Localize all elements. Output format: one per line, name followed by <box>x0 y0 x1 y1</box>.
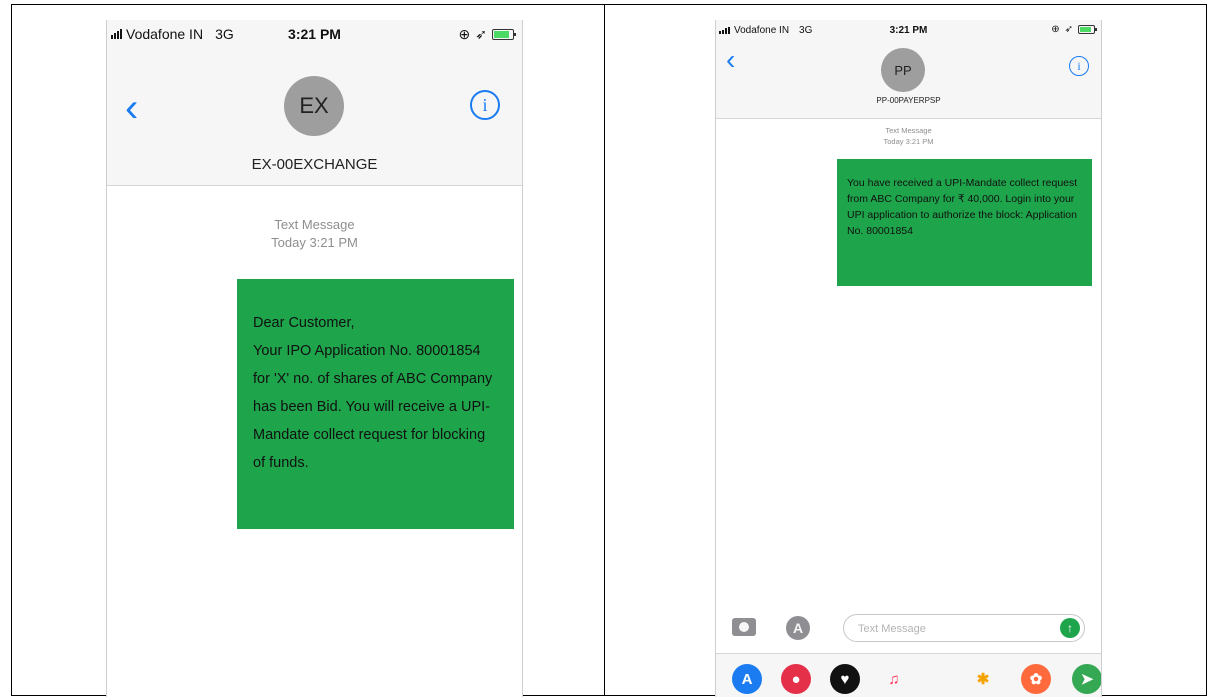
info-icon: i <box>482 94 488 115</box>
message-time-label: Today 3:21 PM <box>883 136 934 146</box>
back-button[interactable]: ‹ <box>726 46 735 74</box>
message-input[interactable] <box>856 619 1050 639</box>
location-icon: ➶ <box>1064 24 1073 35</box>
contact-avatar[interactable]: PP <box>881 48 925 92</box>
info-icon: i <box>1077 58 1081 73</box>
message-input-field[interactable]: ↑ <box>843 614 1085 642</box>
battery-icon <box>492 29 516 40</box>
stickers-icon[interactable]: ✿ <box>1021 664 1051 694</box>
avatar-initials: PP <box>894 62 912 78</box>
message-timestamp: Text Message Today 3:21 PM <box>716 126 1101 147</box>
status-right-icons: ⊕ ➶ <box>458 26 516 43</box>
digital-touch-icon[interactable]: ♥ <box>830 664 860 694</box>
photos-icon[interactable]: ✱ <box>968 664 998 694</box>
imessage-app-drawer: A ● ♥ ♫ ✱ ✿ ➤ <box>716 653 1101 697</box>
conversation-header: Vodafone IN 3G 3:21 PM ⊕ ➶ ‹ EX EX-00EXC… <box>107 20 522 186</box>
message-type-label: Text Message <box>885 126 932 135</box>
status-right-icons: ⊕ ➶ <box>1051 24 1097 35</box>
panel-divider <box>604 4 605 696</box>
message-bubble[interactable]: Dear Customer, Your IPO Application No. … <box>237 279 514 529</box>
status-bar: Vodafone IN 3G 3:21 PM ⊕ ➶ <box>107 20 522 48</box>
message-time-label: Today 3:21 PM <box>271 235 358 251</box>
message-body: You have received a UPI-Mandate collect … <box>847 177 1078 237</box>
orientation-lock-icon: ⊕ <box>1051 24 1060 35</box>
message-greeting: Dear Customer, <box>253 315 355 331</box>
compose-bar: A ↑ <box>716 614 1101 646</box>
message-timestamp: Text Message Today 3:21 PM <box>107 216 522 252</box>
phone-screen-exchange: Vodafone IN 3G 3:21 PM ⊕ ➶ ‹ EX EX-00EXC… <box>106 20 523 697</box>
message-body: Your IPO Application No. 80001854 for 'X… <box>253 343 493 471</box>
info-button[interactable]: i <box>470 90 500 120</box>
message-type-label: Text Message <box>274 217 355 232</box>
location-icon: ➶ <box>475 26 487 42</box>
app-store-icon[interactable]: A <box>732 664 762 694</box>
avatar-initials: EX <box>299 93 329 118</box>
phone-screen-payer-psp: Vodafone IN 3G 3:21 PM ⊕ ➶ ‹ PP PP-00PAY… <box>715 20 1102 697</box>
orientation-lock-icon: ⊕ <box>458 26 471 42</box>
arrow-up-icon: ↑ <box>1067 621 1073 635</box>
contact-name[interactable]: PP-00PAYERPSP <box>716 96 1101 105</box>
status-time: 3:21 PM <box>889 25 928 36</box>
camera-icon[interactable] <box>732 618 756 636</box>
conversation-header: Vodafone IN 3G 3:21 PM ⊕ ➶ ‹ PP PP-00PAY… <box>716 20 1101 119</box>
contact-name[interactable]: EX-00EXCHANGE <box>107 156 522 173</box>
app-store-icon[interactable]: A <box>786 616 810 640</box>
search-images-icon[interactable]: ● <box>781 664 811 694</box>
send-button[interactable]: ↑ <box>1060 618 1080 638</box>
status-bar: Vodafone IN 3G 3:21 PM ⊕ ➶ <box>716 20 1101 40</box>
battery-icon <box>1078 25 1097 34</box>
message-bubble[interactable]: You have received a UPI-Mandate collect … <box>837 159 1092 286</box>
back-button[interactable]: ‹ <box>125 88 138 128</box>
music-icon[interactable]: ♫ <box>879 664 909 694</box>
info-button[interactable]: i <box>1069 56 1089 76</box>
maps-icon[interactable]: ➤ <box>1072 664 1101 694</box>
contact-avatar[interactable]: EX <box>284 76 344 136</box>
